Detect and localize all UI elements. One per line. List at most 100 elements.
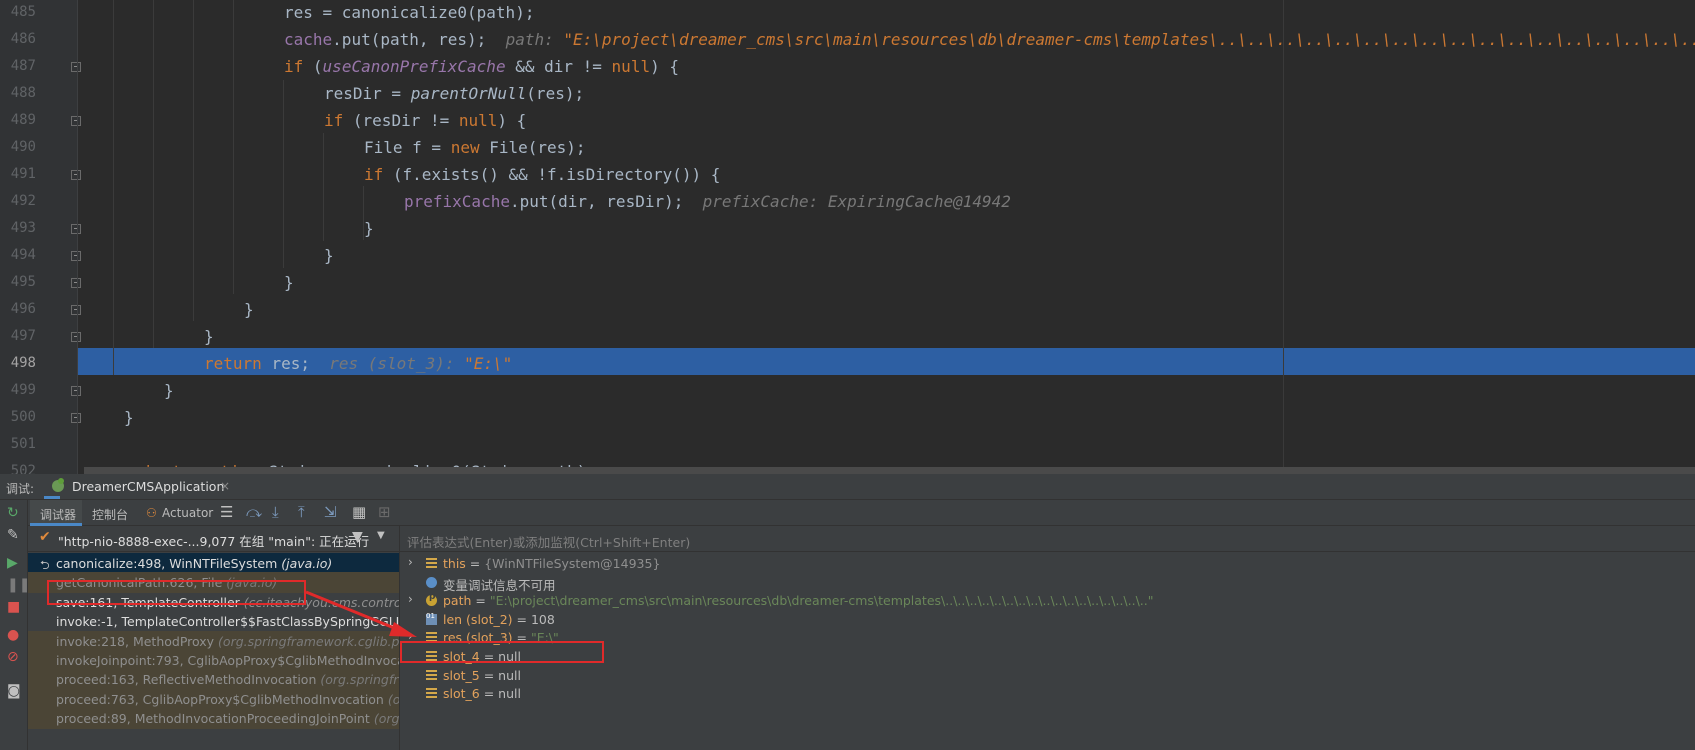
resume-icon[interactable]: ▶ <box>7 556 18 570</box>
editor-horizontal-scrollbar[interactable] <box>84 467 1695 474</box>
chevron-right-icon[interactable]: › <box>408 629 413 643</box>
line-number-gutter[interactable]: 485 486 487 488 489 490 491 492 493 494 495 496 497 4… <box>0 0 81 474</box>
variable-row[interactable]: › res (slot_3) = "E:\" <box>400 628 1695 648</box>
variable-row[interactable]: 变量调试信息不可用 <box>400 573 1695 593</box>
variable-row[interactable]: slot_6 = null <box>400 684 1695 704</box>
code-token: (resDir != <box>352 111 459 130</box>
line-number[interactable]: 493 <box>0 215 36 242</box>
tab-console[interactable]: 控制台 <box>84 500 136 526</box>
mute-breakpoints-icon[interactable]: ⊘ <box>7 650 19 664</box>
code-line[interactable]: } <box>284 269 294 296</box>
fold-marker-icon[interactable] <box>71 332 81 342</box>
rerun-icon[interactable]: ↻ <box>7 506 19 520</box>
tab-actuator[interactable]: ⚇ Actuator <box>138 500 216 526</box>
stop-icon[interactable]: ■ <box>7 600 20 614</box>
run-config-tab[interactable]: DreamerCMSApplication × <box>44 474 230 499</box>
stack-frame[interactable]: invoke:218, MethodProxy (org.springframe… <box>28 630 400 652</box>
line-number[interactable]: 487 <box>0 53 36 80</box>
code-line[interactable]: if (useCanonPrefixCache && dir != null) … <box>284 53 679 80</box>
frame-method: invoke:218, MethodProxy <box>56 633 219 649</box>
filter-icon[interactable]: ▼ <box>352 529 363 545</box>
code-token: } <box>284 273 294 292</box>
variable-row[interactable]: slot_4 = null <box>400 647 1695 667</box>
stack-frame[interactable]: proceed:163, ReflectiveMethodInvocation … <box>28 669 399 691</box>
code-line[interactable]: resDir = parentOrNull(res); <box>324 80 584 107</box>
code-line[interactable]: prefixCache.put(dir, resDir); prefixCach… <box>404 188 1011 215</box>
variable-value: "E:\" <box>530 630 559 646</box>
line-number[interactable]: 495 <box>0 269 36 296</box>
code-line[interactable]: return res; res (slot_3): "E:\" <box>204 350 512 377</box>
stack-frame[interactable]: save:161, TemplateController (cc.iteachy… <box>28 592 399 613</box>
close-tab-icon[interactable]: × <box>220 479 230 493</box>
pause-icon[interactable]: ❚❚ <box>7 578 30 592</box>
camera-icon[interactable]: ◙ <box>7 684 21 698</box>
line-number[interactable]: 494 <box>0 242 36 269</box>
step-over-icon[interactable]: ⤼ <box>246 504 262 520</box>
fold-marker-icon[interactable] <box>71 116 81 126</box>
code-line[interactable]: res = canonicalize0(path); <box>284 0 534 26</box>
chevron-right-icon[interactable]: › <box>408 592 413 606</box>
indent-guide <box>113 0 114 375</box>
code-line[interactable]: File f = new File(res); <box>364 134 586 161</box>
line-number[interactable]: 499 <box>0 377 36 404</box>
evaluate-expression-input[interactable]: 评估表达式(Enter)或添加监视(Ctrl+Shift+Enter) <box>400 526 1695 552</box>
line-number[interactable]: 496 <box>0 296 36 323</box>
stack-frame[interactable]: proceed:89, MethodInvocationProceedingJo… <box>28 708 399 730</box>
code-line[interactable]: } <box>124 404 134 431</box>
code-line[interactable]: } <box>164 377 174 404</box>
chevron-down-icon[interactable]: ▼ <box>377 530 385 541</box>
wrench-icon[interactable]: ✎ <box>7 528 19 542</box>
frame-package: (org.springframework.cglib.proxy <box>218 633 400 649</box>
layout-icon[interactable]: ⊞ <box>378 504 391 520</box>
stack-frame[interactable]: invoke:-1, TemplateController$$FastClass… <box>28 611 399 632</box>
fold-marker-icon[interactable] <box>71 386 81 396</box>
line-number[interactable]: 498 <box>0 350 36 377</box>
line-number[interactable]: 491 <box>0 161 36 188</box>
code-line[interactable]: } <box>204 323 214 350</box>
line-number[interactable]: 502 <box>0 458 36 474</box>
view-breakpoints-icon[interactable]: ● <box>7 628 19 642</box>
line-number[interactable]: 486 <box>0 26 36 53</box>
line-number[interactable]: 490 <box>0 134 36 161</box>
code-line[interactable]: } <box>364 215 374 242</box>
code-token: useCanonPrefixCache <box>322 57 506 76</box>
step-into-icon[interactable]: ⤓ <box>272 504 279 520</box>
fold-marker-icon[interactable] <box>71 224 81 234</box>
fold-marker-icon[interactable] <box>71 305 81 315</box>
variable-row[interactable]: len (slot_2) = 108 <box>400 610 1695 630</box>
evaluate-table-icon[interactable]: ▦ <box>352 504 366 520</box>
code-line[interactable]: } <box>244 296 254 323</box>
tab-debugger[interactable]: 调试器 <box>30 500 82 526</box>
line-number[interactable]: 492 <box>0 188 36 215</box>
fold-marker-icon[interactable] <box>71 170 81 180</box>
stack-frame[interactable]: proceed:763, CglibAopProxy$CglibMethodIn… <box>28 688 399 710</box>
variable-row[interactable]: › this = {WinNTFileSystem@14935} <box>400 554 1695 574</box>
fold-marker-icon[interactable] <box>71 278 81 288</box>
menu-icon[interactable]: ☰ <box>220 504 233 520</box>
variable-row[interactable]: › path = "E:\project\dreamer_cms\src\main… <box>400 591 1695 611</box>
run-to-cursor-icon[interactable]: ⇲ <box>324 504 337 520</box>
line-number[interactable]: 488 <box>0 80 36 107</box>
line-number[interactable]: 485 <box>0 0 36 26</box>
step-out-icon[interactable]: ⤒ <box>298 504 305 520</box>
code-editor[interactable]: 485 486 487 488 489 490 491 492 493 494 495 496 497 4… <box>0 0 1695 474</box>
line-number[interactable]: 501 <box>0 431 36 458</box>
stack-frame[interactable]: getCanonicalPath:626, File (java.io) <box>28 572 399 594</box>
fold-marker-icon[interactable] <box>71 413 81 423</box>
field-icon <box>426 669 437 681</box>
code-line[interactable]: if (resDir != null) { <box>324 107 526 134</box>
code-line[interactable]: } <box>324 242 334 269</box>
code-line[interactable]: cache.put(path, res); path: "E:\project\… <box>284 26 1695 53</box>
variable-row[interactable]: slot_5 = null <box>400 666 1695 686</box>
thread-selector[interactable]: ✔ "http-nio-8888-exec-...9,077 在组 "main"… <box>28 526 399 552</box>
code-line[interactable]: if (f.exists() && !f.isDirectory()) { <box>364 161 720 188</box>
stack-frame[interactable]: invokeJoinpoint:793, CglibAopProxy$Cglib… <box>28 650 399 671</box>
fold-marker-icon[interactable] <box>71 251 81 261</box>
frame-package: (java.io) <box>281 556 333 571</box>
line-number[interactable]: 489 <box>0 107 36 134</box>
chevron-right-icon[interactable]: › <box>408 555 413 569</box>
fold-marker-icon[interactable] <box>71 62 81 72</box>
stack-frame[interactable]: ⮌ canonicalize:498, WinNTFileSystem (java… <box>28 553 399 574</box>
line-number[interactable]: 500 <box>0 404 36 431</box>
line-number[interactable]: 497 <box>0 323 36 350</box>
